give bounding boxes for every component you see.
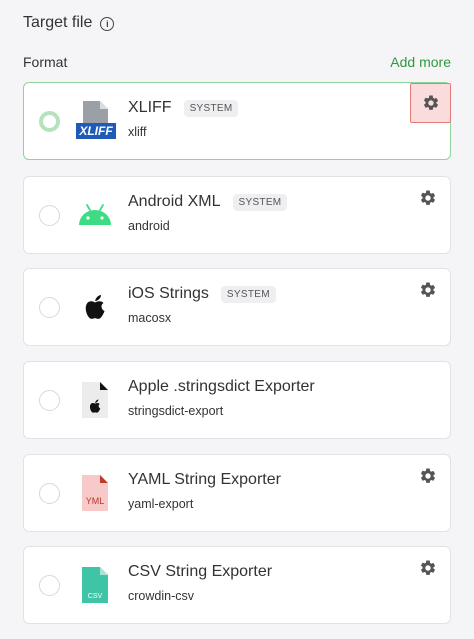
format-id: xliff [128,125,147,139]
format-title: Apple .stringsdict Exporter [128,378,315,395]
format-id: android [128,219,170,233]
format-card-xliff[interactable]: XLIFF XLIFF SYSTEM xliff [23,82,451,160]
android-icon [74,194,116,236]
system-badge: SYSTEM [232,193,288,211]
format-title: Android XML [128,193,221,210]
format-radio[interactable] [39,205,60,226]
format-radio[interactable] [39,297,60,318]
yaml-icon-label: YML [86,496,105,506]
format-card-stringsdict[interactable]: Apple .stringsdict Exporter stringsdict-… [23,361,451,439]
format-title: YAML String Exporter [128,471,281,488]
gear-icon [423,95,438,110]
apple-icon [74,286,116,328]
xliff-file-icon: XLIFF [74,100,116,142]
format-id: yaml-export [128,497,194,511]
format-id: macosx [128,311,172,325]
system-badge: SYSTEM [183,99,239,117]
target-file-title: Target file [23,14,93,31]
format-title: XLIFF [128,99,172,116]
csv-icon-label: CSV [88,593,103,600]
svg-text:XLIFF: XLIFF [78,124,113,138]
format-radio[interactable] [39,483,60,504]
format-id: stringsdict-export [128,404,224,418]
settings-gear-button[interactable] [410,83,451,123]
format-title: CSV String Exporter [128,563,273,580]
gear-icon [420,560,436,575]
system-badge: SYSTEM [220,285,276,303]
gear-icon [420,190,436,205]
settings-gear-button[interactable] [415,277,441,303]
format-card-csv[interactable]: CSV CSV String Exporter crowdin-csv [23,546,451,624]
format-radio[interactable] [39,111,60,132]
format-subheader: Format Add more [23,54,451,70]
format-card-ios-strings[interactable]: iOS Strings SYSTEM macosx [23,268,451,346]
format-radio[interactable] [39,390,60,411]
info-icon[interactable]: i [100,17,115,31]
format-card-yaml[interactable]: YML YAML String Exporter yaml-export [23,454,451,532]
csv-file-icon: CSV [74,564,116,606]
apple-file-icon [74,379,116,421]
format-radio[interactable] [39,575,60,596]
gear-icon [420,282,436,297]
settings-gear-button[interactable] [415,463,441,489]
target-file-header: Target file i [23,14,115,32]
settings-gear-button[interactable] [415,185,441,211]
format-id: crowdin-csv [128,589,194,603]
format-card-android-xml[interactable]: Android XML SYSTEM android [23,176,451,254]
yaml-file-icon: YML [74,472,116,514]
gear-icon [420,468,436,483]
settings-gear-button[interactable] [415,555,441,581]
format-title: iOS Strings [128,285,209,302]
format-label: Format [23,54,68,70]
add-more-link[interactable]: Add more [390,54,451,70]
